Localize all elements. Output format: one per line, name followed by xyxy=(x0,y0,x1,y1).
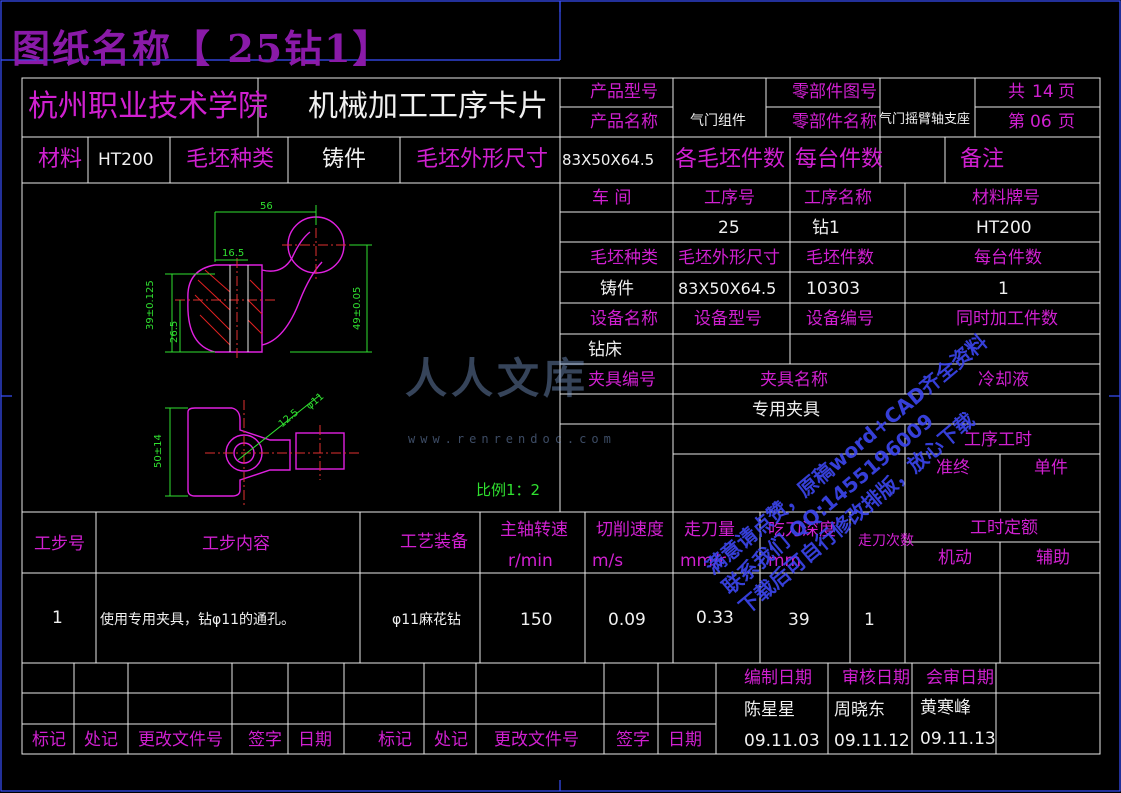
total-pages: 14 xyxy=(1032,82,1054,102)
card-title: 机械加工工序卡片 xyxy=(308,89,548,124)
footer-mark-8: 更改文件号 xyxy=(494,730,579,750)
footer-mark-5: 日期 xyxy=(298,730,332,750)
footer-mark-3: 更改文件号 xyxy=(138,730,223,750)
blank-type-value: 铸件 xyxy=(322,147,367,172)
material-label: 材料 xyxy=(38,147,83,172)
page-no: 06 xyxy=(1030,112,1052,132)
per-unit-value: 1 xyxy=(998,279,1009,299)
footer-mark-9: 签字 xyxy=(616,730,650,750)
dim-26-5: 26.5 xyxy=(169,320,180,343)
equipment-header: 工艺装备 xyxy=(400,532,468,552)
part-name-label: 零部件名称 xyxy=(792,112,877,132)
blank-count-value: 10303 xyxy=(806,279,861,299)
product-model-label: 产品型号 xyxy=(590,82,658,102)
dim-49: 49±0.05 xyxy=(352,286,363,330)
approve-date-label: 会审日期 xyxy=(926,668,994,688)
blank-type-label-2: 毛坯种类 xyxy=(590,248,658,268)
blanks-label: 各毛坯件数 xyxy=(675,147,786,172)
blank-count-label: 毛坯件数 xyxy=(806,248,874,268)
watermark-logo: 人人文库 xyxy=(405,354,590,403)
product-name-label: 产品名称 xyxy=(590,112,658,132)
part-no-label: 零部件图号 xyxy=(792,82,877,102)
material-value: HT200 xyxy=(98,150,154,170)
footer-mark-7: 处记 xyxy=(434,730,468,750)
fixture-no-label: 夹具编号 xyxy=(588,370,656,390)
footer-mark-2: 处记 xyxy=(84,730,118,750)
part-front-view xyxy=(165,205,372,360)
passes-value: 1 xyxy=(864,610,875,630)
machine-time-header: 机动 xyxy=(938,548,972,568)
footer-mark-4: 签字 xyxy=(248,730,282,750)
workshop-label: 车 间 xyxy=(592,188,632,208)
part-top-view xyxy=(165,394,360,505)
time-quota-header: 工时定额 xyxy=(970,518,1038,538)
product-name-value: 气门组件 xyxy=(690,113,746,129)
dim-56: 56 xyxy=(260,201,273,212)
review-date-label: 审核日期 xyxy=(842,668,910,688)
step-content-value: 使用专用夹具，钻φ11的通孔。 xyxy=(100,612,296,628)
cut-speed-unit: m/s xyxy=(592,551,624,571)
prep-time-label: 准终 xyxy=(936,458,970,478)
total-pages-pre: 共 xyxy=(1008,82,1025,102)
equip-model-label: 设备型号 xyxy=(694,309,762,329)
per-unit-label-2: 每台件数 xyxy=(974,248,1042,268)
dim-39: 39±0.125 xyxy=(145,280,156,330)
equip-no-label: 设备编号 xyxy=(806,309,874,329)
process-no-label: 工序号 xyxy=(704,188,755,208)
footer-mark-6: 标记 xyxy=(378,730,412,750)
aux-time-header: 辅助 xyxy=(1036,548,1070,568)
fixture-name-value: 专用夹具 xyxy=(752,400,820,420)
unit-time-label: 单件 xyxy=(1034,458,1068,478)
process-name-label: 工序名称 xyxy=(804,188,872,208)
blank-size-label-2: 毛坯外形尺寸 xyxy=(678,248,780,268)
per-unit-label: 每台件数 xyxy=(795,147,884,172)
process-no-value: 25 xyxy=(718,218,740,238)
footer-mark-1: 标记 xyxy=(32,730,66,750)
cut-speed-header: 切削速度 xyxy=(596,520,664,540)
feed-value: 0.33 xyxy=(696,608,734,628)
approve-date: 09.11.13 xyxy=(920,729,996,749)
dim-50: 50±14 xyxy=(153,434,164,468)
speed-value: 150 xyxy=(520,610,553,630)
blank-size-value: 83X50X64.5 xyxy=(562,151,655,169)
fixture-name-label: 夹具名称 xyxy=(760,370,828,390)
step-no-value: 1 xyxy=(52,608,63,628)
page-no-post: 页 xyxy=(1058,112,1075,132)
total-pages-post: 页 xyxy=(1058,82,1075,102)
compile-date-label: 编制日期 xyxy=(744,668,812,688)
page-no-pre: 第 xyxy=(1008,112,1025,132)
cut-speed-value: 0.09 xyxy=(608,610,646,630)
watermark-url: www.renrendoc.com xyxy=(408,432,616,446)
equipment-value: φ11麻花钻 xyxy=(392,612,462,628)
remark-label: 备注 xyxy=(960,147,1005,172)
scale-label: 比例1：2 xyxy=(476,481,541,499)
review-date: 09.11.12 xyxy=(834,731,910,751)
speed-unit: r/min xyxy=(508,551,553,571)
step-no-header: 工步号 xyxy=(34,534,85,554)
reviewer-name: 周晓东 xyxy=(834,700,885,720)
school-name: 杭州职业技术学院 xyxy=(28,89,268,124)
equip-name-value: 钻床 xyxy=(588,340,622,360)
passes-header: 走刀次数 xyxy=(858,533,914,549)
material-grade-label: 材料牌号 xyxy=(972,188,1040,208)
process-time-label: 工序工时 xyxy=(964,430,1032,450)
blank-size-value-2: 83X50X64.5 xyxy=(678,279,777,298)
drawing-name-title: 图纸名称【 25钻1】 xyxy=(12,26,393,71)
footer-mark-10: 日期 xyxy=(668,730,702,750)
dim-16-5: 16.5 xyxy=(222,248,245,259)
process-name-value: 钻1 xyxy=(812,218,840,238)
approver-name: 黄寒峰 xyxy=(920,698,971,718)
step-content-header: 工步内容 xyxy=(202,534,270,554)
blank-type-label: 毛坯种类 xyxy=(186,147,275,172)
compile-date: 09.11.03 xyxy=(744,731,820,751)
material-grade-value: HT200 xyxy=(976,218,1032,238)
compiler-name: 陈星星 xyxy=(744,700,795,720)
blank-type-value-2: 铸件 xyxy=(600,279,634,299)
speed-header: 主轴转速 xyxy=(500,520,568,540)
equip-name-label: 设备名称 xyxy=(590,309,658,329)
part-name-value: 气门摇臂轴支座 xyxy=(879,112,971,127)
depth-value: 39 xyxy=(788,610,810,630)
blank-size-label: 毛坯外形尺寸 xyxy=(416,147,549,172)
